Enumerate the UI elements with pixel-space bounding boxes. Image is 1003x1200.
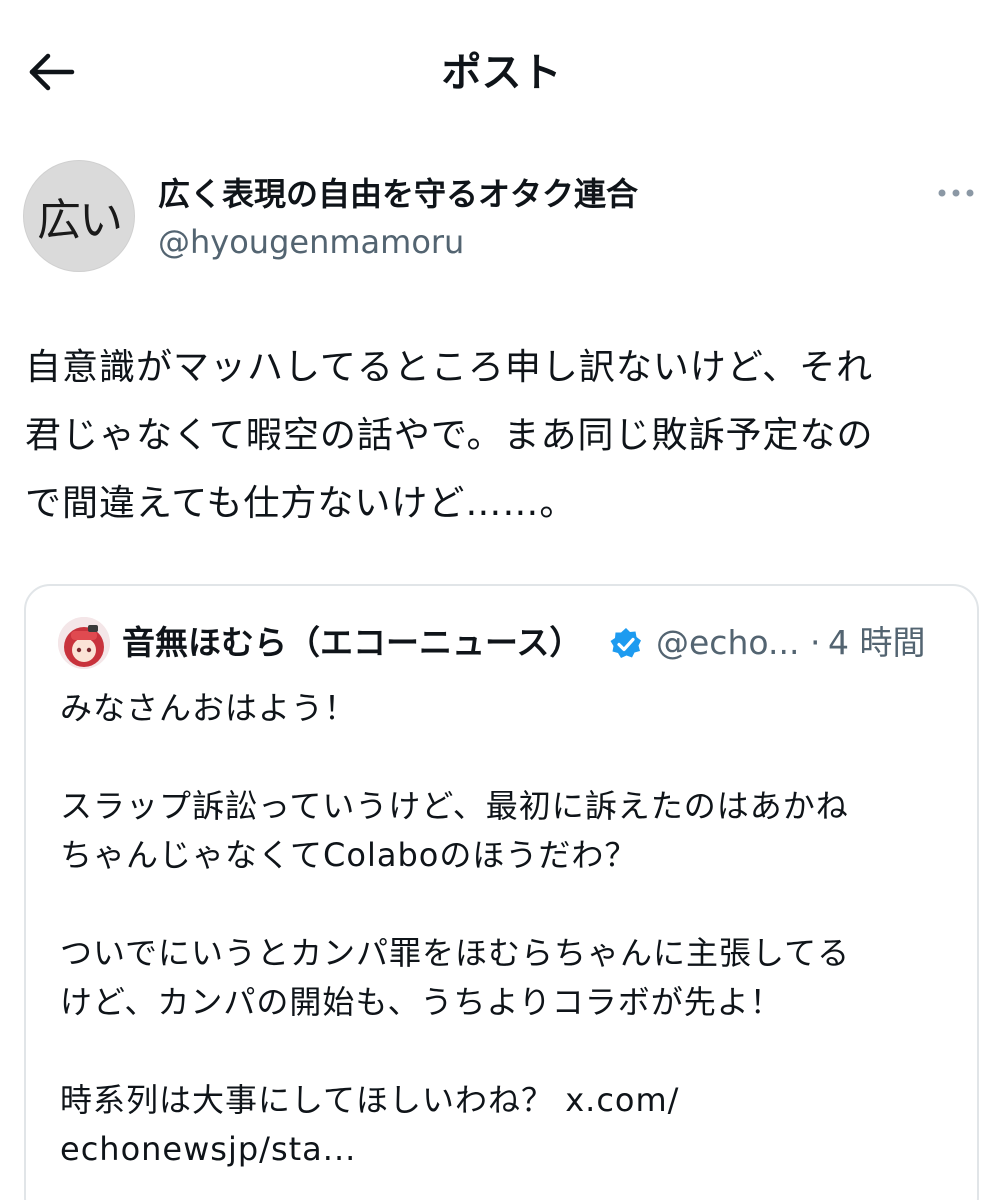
verified-badge-icon [608, 626, 644, 662]
quoted-author-avatar[interactable] [58, 617, 110, 669]
post-detail-page: ポスト 広い 広く表現の自由を守るオタク連合 @hyougenmamoru 自意… [0, 0, 1003, 1200]
meta-separator: · [810, 623, 821, 662]
author-handle[interactable]: @hyougenmamoru [158, 220, 464, 264]
post-text: 自意識がマッハしてるところ申し訳ないけど、それ 君じゃなくて暇空の話やで。まあ同… [25, 347, 874, 524]
quoted-post-card[interactable]: 音無ほむら（エコーニュース） @echo... · 4 時間 みなさんおはよう！… [24, 584, 979, 1200]
top-bar: ポスト [0, 0, 1003, 140]
more-dots-icon[interactable] [934, 178, 978, 208]
quoted-post-time: 4 時間 [828, 623, 926, 662]
quoted-author-handle: @echo... [656, 623, 800, 662]
author-name[interactable]: 広く表現の自由を守るオタク連合 [158, 172, 638, 216]
author-avatar[interactable]: 広い [23, 160, 135, 272]
page-title: ポスト [441, 50, 562, 96]
quoted-post-text: みなさんおはよう！ スラップ訴訟っていうけど、最初に訴えたのはあかね ちゃんじゃ… [60, 689, 851, 1168]
quoted-author-name: 音無ほむら（エコーニュース） [122, 623, 583, 662]
